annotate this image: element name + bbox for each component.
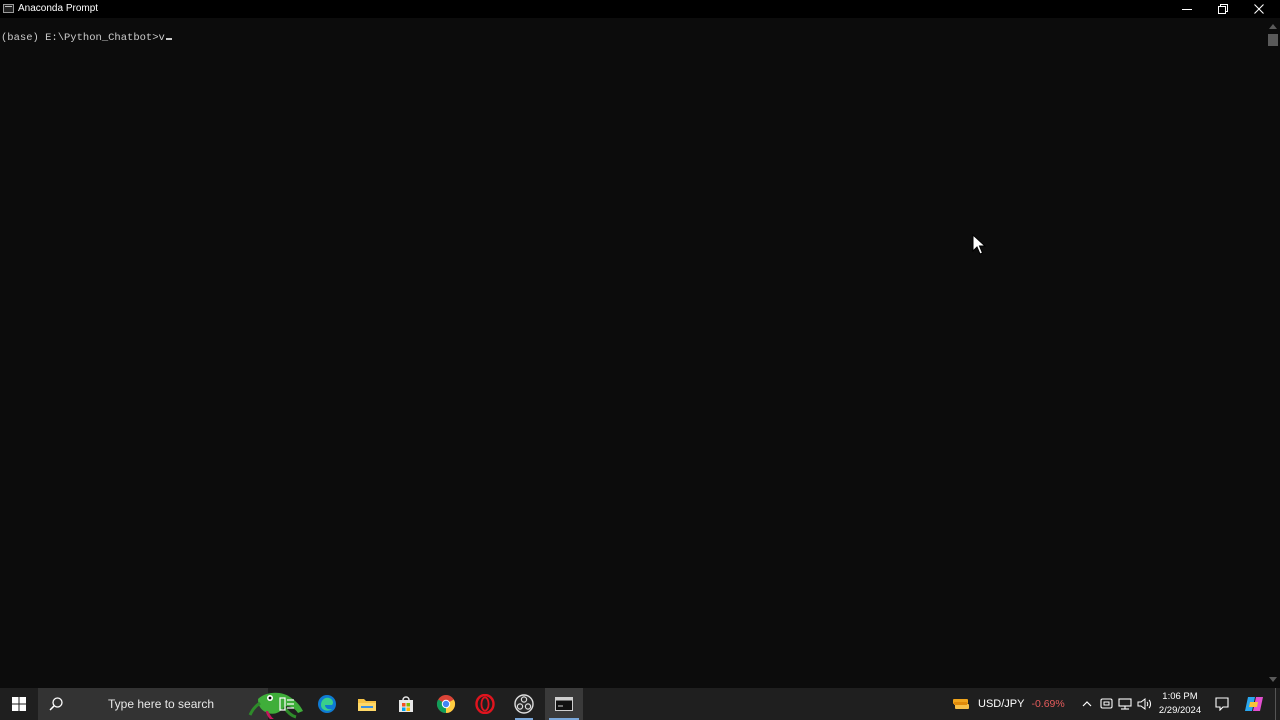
window-title: Anaconda Prompt bbox=[18, 3, 99, 14]
taskbar: Type here to search USD/JPY -0.69% 1:06 … bbox=[0, 688, 1280, 720]
ticker-change: -0.69% bbox=[1031, 698, 1065, 710]
network-tray-button[interactable] bbox=[1117, 696, 1133, 712]
minimize-button[interactable] bbox=[1169, 0, 1205, 18]
copilot-button[interactable] bbox=[1240, 688, 1268, 720]
terminal-icon bbox=[3, 4, 14, 13]
obs-icon bbox=[514, 694, 534, 714]
stock-ticker-widget[interactable]: USD/JPY -0.69% bbox=[952, 688, 1065, 720]
prompt-text: (base) E:\Python_Chatbot> bbox=[1, 32, 159, 44]
edge-taskbar-button[interactable] bbox=[308, 688, 346, 720]
edge-icon bbox=[318, 695, 336, 713]
show-hidden-icons-button[interactable] bbox=[1079, 696, 1095, 712]
vertical-scrollbar[interactable] bbox=[1266, 18, 1280, 688]
folder-icon bbox=[358, 699, 376, 711]
meet-now-tray-button[interactable] bbox=[1098, 696, 1114, 712]
scrollbar-thumb[interactable] bbox=[1268, 34, 1278, 46]
scroll-up-arrow-icon[interactable] bbox=[1269, 24, 1277, 29]
opera-taskbar-button[interactable] bbox=[466, 688, 504, 720]
clock-date: 2/29/2024 bbox=[1158, 705, 1202, 716]
store-icon bbox=[399, 696, 413, 712]
microsoft-store-taskbar-button[interactable] bbox=[387, 688, 425, 720]
mouse-pointer-icon bbox=[972, 234, 986, 255]
close-icon bbox=[1254, 4, 1264, 14]
opera-icon bbox=[475, 694, 495, 714]
start-button[interactable] bbox=[0, 688, 38, 720]
restore-button[interactable] bbox=[1205, 0, 1241, 18]
search-icon bbox=[49, 697, 63, 711]
terminal-icon bbox=[555, 697, 573, 711]
file-explorer-taskbar-button[interactable] bbox=[348, 688, 386, 720]
copilot-icon bbox=[1245, 697, 1263, 711]
ticker-symbol: USD/JPY bbox=[978, 698, 1025, 710]
scroll-down-arrow-icon[interactable] bbox=[1269, 677, 1277, 682]
task-view-button[interactable] bbox=[268, 688, 306, 720]
text-cursor bbox=[165, 38, 172, 40]
minimize-icon bbox=[1182, 9, 1192, 10]
clock-time: 1:06 PM bbox=[1162, 691, 1198, 702]
show-desktop-button[interactable] bbox=[1275, 688, 1280, 720]
console-output[interactable]: (base) E:\Python_Chatbot>v bbox=[0, 18, 1266, 688]
network-icon bbox=[1118, 698, 1132, 710]
notifications-button[interactable] bbox=[1212, 688, 1232, 720]
chevron-up-icon bbox=[1082, 701, 1092, 707]
taskbar-clock[interactable]: 1:06 PM 2/29/2024 bbox=[1152, 690, 1208, 718]
taskbar-search-box[interactable]: Type here to search bbox=[38, 688, 303, 720]
anaconda-prompt-taskbar-button[interactable] bbox=[545, 688, 583, 720]
chrome-taskbar-button[interactable] bbox=[427, 688, 465, 720]
close-button[interactable] bbox=[1241, 0, 1277, 18]
search-placeholder: Type here to search bbox=[108, 697, 215, 711]
currency-exchange-icon bbox=[953, 699, 969, 709]
notification-icon bbox=[1215, 697, 1229, 711]
volume-tray-button[interactable] bbox=[1136, 696, 1152, 712]
task-view-icon bbox=[279, 697, 294, 711]
window-title-bar[interactable]: Anaconda Prompt bbox=[0, 0, 1280, 18]
typed-input: v bbox=[158, 32, 165, 44]
command-line[interactable]: (base) E:\Python_Chatbot>v bbox=[1, 32, 172, 44]
restore-icon bbox=[1218, 4, 1228, 14]
windows-logo-icon bbox=[12, 697, 26, 711]
meet-now-icon bbox=[1099, 698, 1113, 709]
chrome-icon bbox=[436, 695, 456, 713]
obs-taskbar-button[interactable] bbox=[505, 688, 543, 720]
speaker-icon bbox=[1137, 698, 1151, 710]
